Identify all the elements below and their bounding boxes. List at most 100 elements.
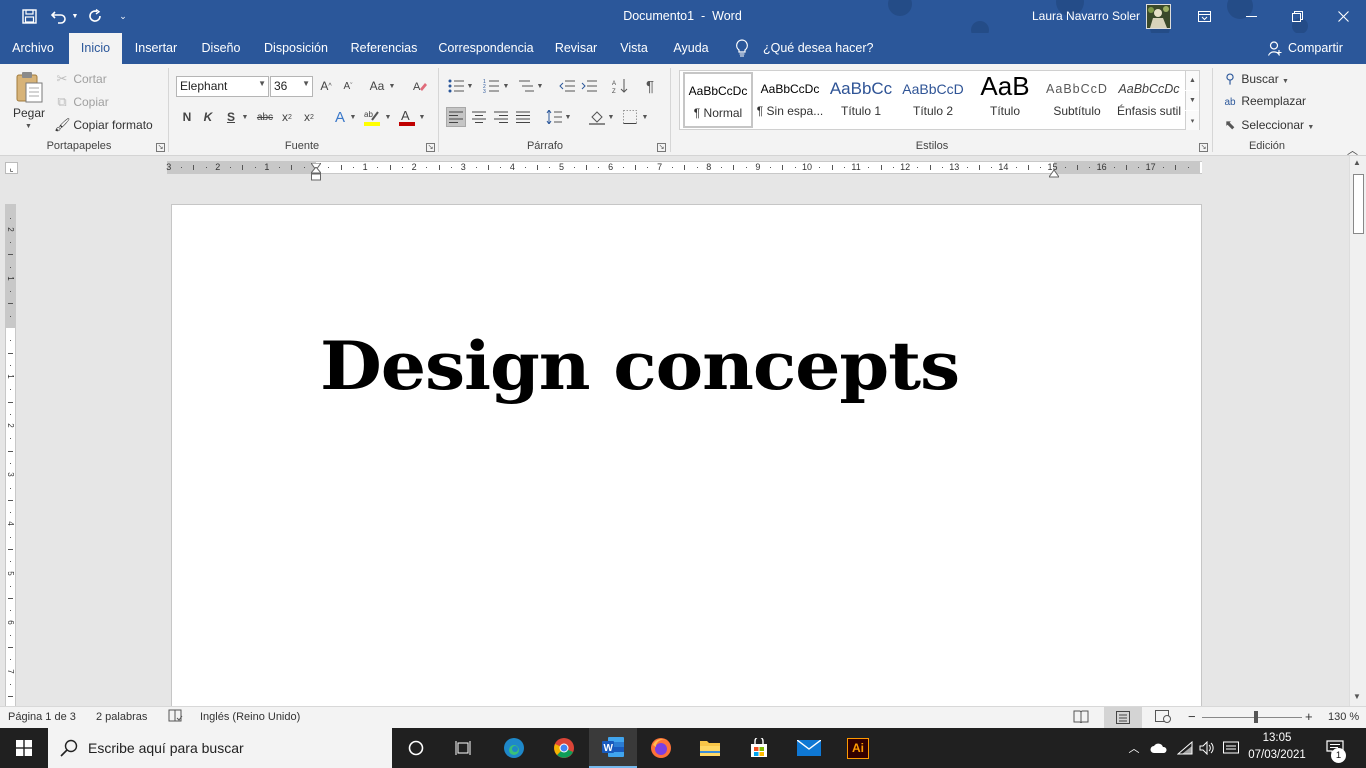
right-indent-marker[interactable] [1048,167,1060,178]
chevron-down-icon[interactable]: ▼ [349,107,357,127]
restore-icon[interactable] [1274,0,1320,33]
scroll-up-icon[interactable]: ▲ [1353,158,1361,167]
word-taskbar-icon[interactable]: W [589,728,637,768]
shading-icon[interactable] [587,107,607,127]
tab-revisar[interactable]: Revisar [548,33,604,64]
close-icon[interactable] [1320,0,1366,33]
chevron-down-icon[interactable]: ▼ [241,107,249,127]
sort-icon[interactable]: AZ [610,76,630,96]
firefox-icon[interactable] [637,728,685,768]
ribbon-display-options-icon[interactable] [1190,0,1218,33]
hanging-indent-marker[interactable] [309,166,323,181]
cortana-icon[interactable] [392,728,440,768]
align-center-icon[interactable] [469,107,489,127]
scrollbar-thumb[interactable] [1353,174,1364,234]
superscript-icon[interactable]: x2 [299,107,319,127]
text-effects-icon[interactable]: A [330,107,350,127]
tab-selector-icon[interactable]: ⌞ [5,162,18,174]
document-heading[interactable]: Design concepts [320,327,960,405]
gallery-scroll-up-icon[interactable]: ▲ [1185,71,1199,90]
tab-ayuda[interactable]: Ayuda [666,33,716,64]
chevron-up-icon[interactable]: ︿ [1124,728,1144,768]
print-layout-icon[interactable] [1104,707,1142,728]
clock-date[interactable]: 07/03/2021 [1246,749,1308,761]
mail-icon[interactable] [785,728,833,768]
chevron-down-icon[interactable]: ▼ [641,107,649,127]
numbering-icon[interactable]: 123 [481,76,501,96]
style-heading-1[interactable]: AaBbCc Título 1 [826,72,896,128]
undo-dropdown-icon[interactable]: ▼ [70,0,80,33]
subscript-icon[interactable]: x2 [277,107,297,127]
document-page[interactable]: Design concepts [171,204,1202,714]
file-explorer-icon[interactable] [686,728,734,768]
scroll-down-icon[interactable]: ▼ [1353,692,1361,701]
user-name[interactable]: Laura Navarro Soler [1032,9,1140,23]
read-mode-icon[interactable] [1073,710,1089,726]
line-spacing-icon[interactable] [544,107,564,127]
decrease-indent-icon[interactable] [557,76,577,96]
person-icon[interactable] [1267,41,1284,57]
replace-button[interactable]: ab Reemplazar [1222,94,1306,108]
italic-button[interactable]: K [198,107,218,127]
select-button[interactable]: ⬉ Seleccionar ▼ [1222,117,1315,133]
cut-button[interactable]: ✂ Cortar [54,71,107,87]
grow-font-icon[interactable]: A ^ [316,76,336,96]
chevron-down-icon[interactable]: ▼ [258,79,266,88]
tab-inicio[interactable]: Inicio [69,33,122,64]
onedrive-icon[interactable] [1148,728,1170,768]
vertical-ruler[interactable]: 2 1 1 2 3 4 5 6 7 [5,204,16,706]
share-button[interactable]: Compartir [1288,41,1343,55]
paste-dropdown-icon[interactable]: ▼ [25,123,32,130]
taskbar-search-box[interactable]: Escribe aquí para buscar [48,728,392,768]
horizontal-ruler[interactable]: 3 2 1 1 2 3 4 5 6 7 8 9 10 11 12 13 14 15 16 17 [166,161,1202,181]
format-painter-button[interactable]: 🖌 Copiar formato [54,117,153,133]
customize-toolbar-icon[interactable]: ⌄ [114,0,132,33]
save-icon[interactable] [16,0,42,33]
windows-start-icon[interactable] [0,728,48,768]
chevron-down-icon[interactable]: ▼ [388,76,396,96]
tab-archivo[interactable]: Archivo [4,33,62,64]
volume-icon[interactable] [1196,728,1218,768]
find-button[interactable]: ⚲ Buscar ▼ [1222,71,1289,87]
chrome-icon[interactable] [540,728,588,768]
task-view-icon[interactable] [440,728,488,768]
zoom-level[interactable]: 130 % [1328,711,1359,723]
font-color-icon[interactable]: A [397,107,417,127]
zoom-slider[interactable] [1202,711,1302,723]
font-launcher-icon[interactable]: ↘ [426,143,435,152]
strikethrough-button[interactable]: abc [254,107,276,127]
gallery-scroll-down-icon[interactable]: ▼ [1185,91,1199,110]
styles-launcher-icon[interactable]: ↘ [1199,143,1208,152]
chevron-down-icon[interactable]: ▼ [418,107,426,127]
justify-icon[interactable] [513,107,533,127]
underline-button[interactable]: S [221,107,241,127]
word-count[interactable]: 2 palabras [96,711,147,723]
borders-icon[interactable] [620,107,640,127]
copy-button[interactable]: ⧉ Copiar [54,94,108,110]
zoom-in-button[interactable]: + [1305,709,1313,724]
font-size-combo[interactable]: 36 ▼ [270,76,313,97]
network-icon[interactable] [1174,728,1196,768]
show-formatting-icon[interactable]: ¶ [640,76,660,96]
tab-correspondencia[interactable]: Correspondencia [434,33,538,64]
proofing-icon[interactable] [168,709,183,726]
chevron-down-icon[interactable]: ▼ [536,76,544,96]
clear-formatting-icon[interactable]: A [410,76,430,96]
style-title[interactable]: AaB Título [970,72,1040,128]
tab-vista[interactable]: Vista [614,33,654,64]
language-indicator[interactable]: Inglés (Reino Unido) [200,711,300,723]
bold-button[interactable]: N [177,107,197,127]
bullets-icon[interactable] [446,76,466,96]
edge-icon[interactable] [490,728,538,768]
clipboard-launcher-icon[interactable]: ↘ [156,143,165,152]
multilevel-list-icon[interactable] [516,76,536,96]
paste-icon[interactable] [14,71,44,103]
chevron-down-icon[interactable]: ▼ [302,79,310,88]
tab-insertar[interactable]: Insertar [128,33,184,64]
illustrator-icon[interactable]: Ai [834,728,882,768]
paste-button[interactable]: Pegar [13,106,45,120]
vertical-scrollbar[interactable]: ▲ ▼ [1349,156,1366,706]
change-case-icon[interactable]: Aa [366,76,388,96]
redo-icon[interactable] [84,0,106,33]
shrink-font-icon[interactable]: Aˇ [338,76,358,96]
